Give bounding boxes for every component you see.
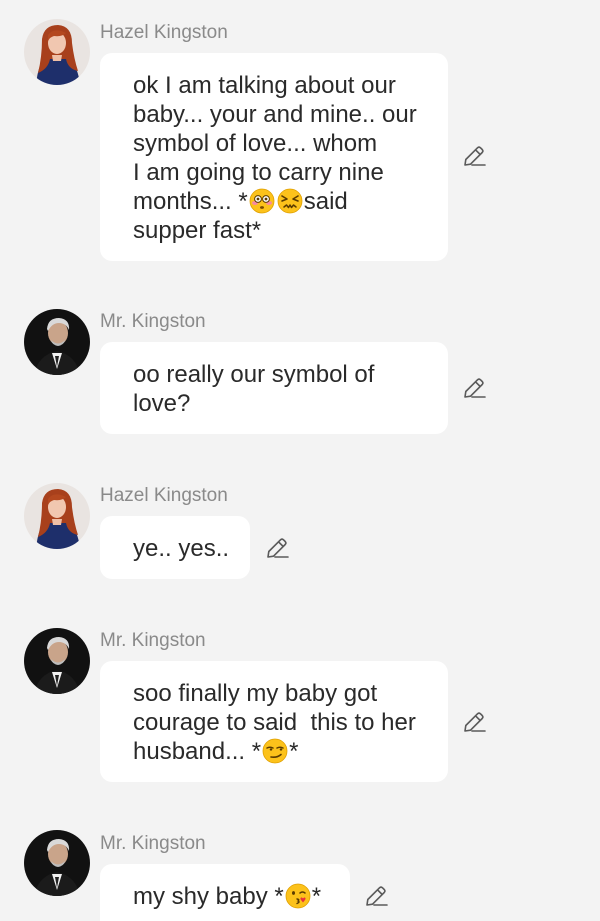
chat-thread: Hazel Kingston ok I am talking about our… [0, 0, 600, 921]
message-line: symbol of love... whom [133, 130, 378, 157]
message-text: my shy baby * [133, 883, 284, 910]
pencil-edit-icon[interactable] [461, 143, 487, 169]
man-suit-avatar[interactable] [24, 628, 90, 694]
pencil-edit-icon[interactable] [363, 883, 389, 909]
message-line: soo finally my baby got [133, 680, 378, 707]
pencil-edit-icon[interactable] [461, 709, 487, 735]
kissing-face-emoji [285, 883, 311, 909]
sender-name: Mr. Kingston [100, 311, 206, 332]
pencil-edit-icon[interactable] [461, 375, 487, 401]
man-suit-avatar[interactable] [24, 309, 90, 375]
message-line: oo really our symbol of [133, 361, 375, 388]
woman-red-hair-avatar[interactable] [24, 19, 90, 85]
message-bubble[interactable]: ye.. yes.. [100, 516, 250, 579]
sender-name: Mr. Kingston [100, 630, 206, 651]
man-suit-avatar[interactable] [24, 830, 90, 896]
smirking-face-emoji [262, 738, 288, 764]
message-text: months... * [133, 188, 248, 215]
message-bubble[interactable]: my shy baby * * [100, 864, 350, 921]
message-text: * [311, 883, 322, 910]
sender-name: Hazel Kingston [100, 485, 228, 506]
message-line: I am going to carry nine [133, 159, 384, 186]
message-line: months... * said [133, 187, 422, 216]
message-bubble[interactable]: oo really our symbol of love? [100, 342, 448, 434]
message-line: husband... * * [133, 737, 422, 766]
message-text: * [289, 738, 299, 765]
message-line: my shy baby * * [133, 882, 324, 911]
message-bubble[interactable]: soo finally my baby got courage to said … [100, 661, 448, 782]
sender-name: Mr. Kingston [100, 833, 206, 854]
message-text: husband... * [133, 738, 262, 765]
sender-name: Hazel Kingston [100, 22, 228, 43]
message-line: ok I am talking about our [133, 72, 396, 99]
message-line: baby... your and mine.. our [133, 101, 417, 128]
message-line: courage to said this to her [133, 709, 416, 736]
message-line: supper fast* [133, 217, 262, 244]
confounded-face-emoji [277, 188, 303, 214]
message-text: said [303, 188, 348, 215]
flushed-face-emoji [249, 188, 275, 214]
woman-red-hair-avatar[interactable] [24, 483, 90, 549]
message-line: love? [133, 390, 191, 417]
message-bubble[interactable]: ok I am talking about our baby... your a… [100, 53, 448, 261]
pencil-edit-icon[interactable] [264, 535, 290, 561]
message-line: ye.. yes.. [133, 535, 230, 562]
